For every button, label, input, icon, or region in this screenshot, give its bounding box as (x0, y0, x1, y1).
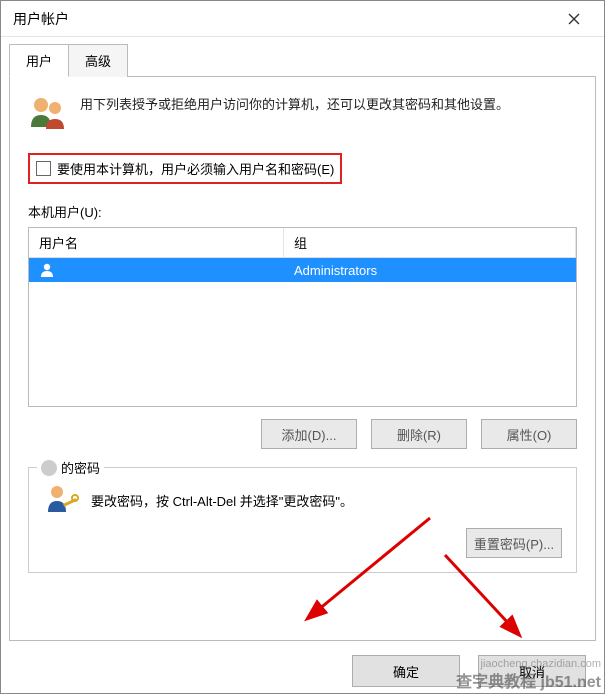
ok-button[interactable]: 确定 (352, 655, 460, 687)
col-header-group[interactable]: 组 (284, 228, 576, 257)
titlebar: 用户帐户 (1, 1, 604, 37)
password-row: 要改密码，按 Ctrl-Alt-Del 并选择"更改密码"。 (43, 482, 562, 518)
reset-password-button[interactable]: 重置密码(P)... (466, 528, 562, 558)
user-buttons-row: 添加(D)... 删除(R) 属性(O) (28, 419, 577, 449)
require-login-row: 要使用本计算机，用户必须输入用户名和密码(E) (28, 153, 342, 184)
intro-text: 用下列表授予或拒绝用户访问你的计算机，还可以更改其密码和其他设置。 (80, 95, 509, 115)
close-icon (568, 13, 580, 25)
tab-users-label: 用户 (26, 54, 52, 69)
tab-advanced[interactable]: 高级 (68, 44, 128, 77)
col-header-username[interactable]: 用户名 (29, 228, 284, 257)
local-users-label: 本机用户(U): (28, 202, 577, 221)
cell-group: Administrators (284, 263, 576, 278)
users-panel: 用下列表授予或拒绝用户访问你的计算机，还可以更改其密码和其他设置。 要使用本计算… (9, 77, 596, 641)
password-text: 要改密码，按 Ctrl-Alt-Del 并选择"更改密码"。 (91, 491, 353, 510)
users-icon (28, 95, 68, 131)
require-login-checkbox[interactable] (36, 161, 51, 176)
user-icon (39, 262, 55, 278)
table-row[interactable]: Administrators (29, 258, 576, 282)
dialog-buttons: 确定 取消 (9, 655, 596, 687)
password-fieldset: 的密码 要改密码，按 Ctrl-Alt-Del 并选择"更改密码"。 重置密码(… (28, 467, 577, 573)
legend-icon (41, 460, 57, 476)
password-legend: 的密码 (37, 458, 104, 477)
list-body: Administrators (29, 258, 576, 406)
intro-row: 用下列表授予或拒绝用户访问你的计算机，还可以更改其密码和其他设置。 (28, 95, 577, 131)
cell-username (29, 262, 284, 278)
tab-users[interactable]: 用户 (9, 44, 69, 77)
remove-button[interactable]: 删除(R) (371, 419, 467, 449)
password-buttons-row: 重置密码(P)... (43, 528, 562, 558)
user-accounts-window: 用户帐户 用户 高级 用下列表授予或拒绝用户访问你的计算机，还可以更改其密码和其… (0, 0, 605, 694)
list-header: 用户名 组 (29, 228, 576, 258)
password-legend-text: 的密码 (61, 458, 100, 477)
cancel-button[interactable]: 取消 (478, 655, 586, 687)
tab-advanced-label: 高级 (85, 54, 111, 69)
window-title: 用户帐户 (9, 9, 552, 29)
require-login-label: 要使用本计算机，用户必须输入用户名和密码(E) (57, 159, 334, 178)
close-button[interactable] (552, 3, 596, 35)
tab-strip: 用户 高级 (9, 43, 596, 77)
user-list[interactable]: 用户名 组 Administrators (28, 227, 577, 407)
add-button[interactable]: 添加(D)... (261, 419, 357, 449)
content-area: 用户 高级 用下列表授予或拒绝用户访问你的计算机，还可以更改其密码和其他设置。 … (1, 37, 604, 693)
properties-button[interactable]: 属性(O) (481, 419, 577, 449)
key-user-icon (43, 482, 79, 518)
